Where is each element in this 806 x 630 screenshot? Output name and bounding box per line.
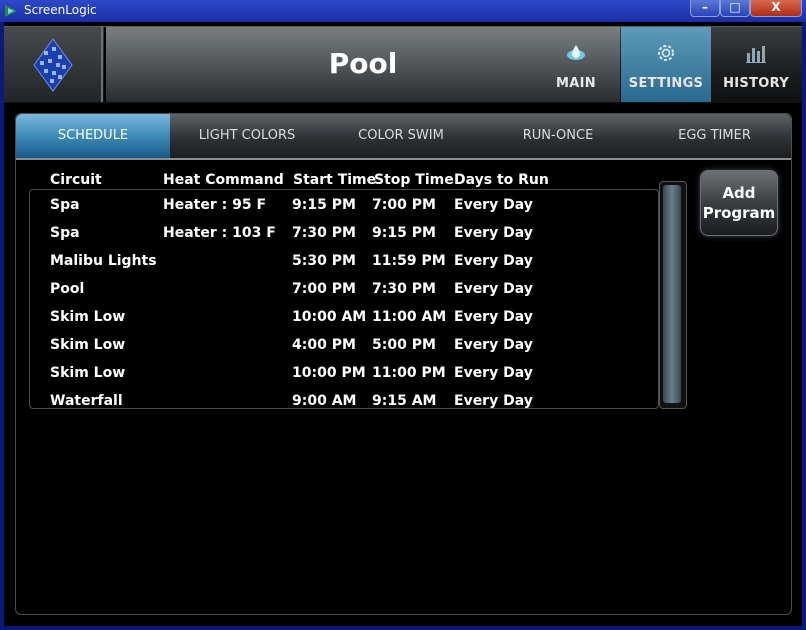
app-icon	[5, 5, 17, 17]
close-button[interactable]: X	[750, 0, 802, 17]
column-header-stop-time: Stop Time	[374, 172, 454, 188]
bar-chart-icon	[746, 46, 766, 63]
cell-days: Every Day	[454, 225, 533, 241]
nav-history[interactable]: HISTORY	[712, 27, 800, 102]
cell-heat-command: Heater : 103 F	[163, 225, 276, 241]
table-row[interactable]: Skim Low 10:00 PM 11:00 PM Every Day	[30, 359, 658, 387]
cell-heat-command: Heater : 95 F	[163, 197, 267, 213]
table-row[interactable]: Skim Low 10:00 AM 11:00 AM Every Day	[30, 303, 658, 331]
schedule-list: Spa Heater : 95 F 9:15 PM 7:00 PM Every …	[29, 189, 659, 409]
gear-icon	[658, 45, 674, 61]
cell-days: Every Day	[454, 253, 533, 269]
add-program-label-line1: Add	[722, 184, 756, 202]
cell-stop-time: 11:00 PM	[372, 365, 446, 381]
column-header-circuit: Circuit	[50, 172, 102, 188]
window-titlebar: ScreenLogic – □ X	[0, 0, 806, 22]
nav-settings[interactable]: SETTINGS	[621, 27, 711, 102]
cell-stop-time: 5:00 PM	[372, 337, 436, 353]
nav-history-label: HISTORY	[723, 76, 789, 91]
cell-start-time: 5:30 PM	[292, 253, 356, 269]
tab-color-swim[interactable]: COLOR SWIM	[324, 114, 478, 158]
cell-circuit: Skim Low	[50, 309, 126, 325]
cell-circuit: Pool	[50, 281, 85, 297]
cell-circuit: Spa	[50, 225, 80, 241]
cell-days: Every Day	[454, 281, 533, 297]
scrollbar[interactable]	[659, 181, 687, 409]
cell-start-time: 4:00 PM	[292, 337, 356, 353]
table-row[interactable]: Malibu Lights 5:30 PM 11:59 PM Every Day	[30, 247, 658, 275]
cell-days: Every Day	[454, 365, 533, 381]
pentair-logo-icon	[33, 38, 73, 92]
column-header-start-time: Start Time	[293, 172, 377, 188]
nav-settings-label: SETTINGS	[628, 76, 704, 91]
add-program-button[interactable]: Add Program	[700, 170, 778, 236]
cell-days: Every Day	[454, 309, 533, 325]
tab-egg-timer[interactable]: EGG TIMER	[638, 114, 791, 158]
cell-start-time: 9:15 PM	[292, 197, 356, 213]
table-row[interactable]: Pool 7:00 PM 7:30 PM Every Day	[30, 275, 658, 303]
column-header-heat-command: Heat Command	[163, 172, 284, 188]
nav-main-label: MAIN	[556, 76, 596, 91]
cell-stop-time: 7:00 PM	[372, 197, 436, 213]
schedule-panel: SCHEDULE LIGHT COLORS COLOR SWIM RUN-ONC…	[15, 113, 792, 615]
cell-circuit: Waterfall	[50, 393, 123, 409]
maximize-button[interactable]: □	[720, 0, 750, 17]
app-header: Pool MAIN SETTINGS HISTORY	[4, 26, 802, 104]
cell-circuit: Spa	[50, 197, 80, 213]
cell-circuit: Malibu Lights	[50, 253, 157, 269]
cell-stop-time: 11:00 AM	[372, 309, 447, 325]
cell-circuit: Skim Low	[50, 365, 126, 381]
table-row[interactable]: Waterfall 9:00 AM 9:15 AM Every Day	[30, 387, 658, 409]
cell-days: Every Day	[454, 393, 533, 409]
cell-stop-time: 9:15 PM	[372, 225, 436, 241]
table-row[interactable]: Spa Heater : 103 F 7:30 PM 9:15 PM Every…	[30, 219, 658, 247]
tab-schedule[interactable]: SCHEDULE	[16, 114, 170, 158]
scrollbar-thumb[interactable]	[663, 185, 681, 403]
tab-bar: SCHEDULE LIGHT COLORS COLOR SWIM RUN-ONC…	[16, 114, 791, 160]
minimize-button[interactable]: –	[690, 0, 720, 17]
cell-start-time: 10:00 PM	[292, 365, 366, 381]
cell-stop-time: 11:59 PM	[372, 253, 446, 269]
tab-light-colors[interactable]: LIGHT COLORS	[170, 114, 324, 158]
cell-circuit: Skim Low	[50, 337, 126, 353]
logo	[4, 27, 103, 102]
table-row[interactable]: Spa Heater : 95 F 9:15 PM 7:00 PM Every …	[30, 191, 658, 219]
cell-days: Every Day	[454, 197, 533, 213]
table-row[interactable]: Skim Low 4:00 PM 5:00 PM Every Day	[30, 331, 658, 359]
nav-main[interactable]: MAIN	[532, 27, 620, 102]
app-frame: Pool MAIN SETTINGS HISTORY SCHEDULE LIGH…	[4, 22, 802, 626]
add-program-label-line2: Program	[702, 204, 776, 222]
pool-drop-icon	[567, 45, 585, 60]
tab-run-once[interactable]: RUN-ONCE	[478, 114, 638, 158]
cell-start-time: 9:00 AM	[292, 393, 357, 409]
column-header-days-to-run: Days to Run	[454, 172, 549, 188]
cell-start-time: 10:00 AM	[292, 309, 367, 325]
cell-start-time: 7:00 PM	[292, 281, 356, 297]
cell-days: Every Day	[454, 337, 533, 353]
cell-stop-time: 7:30 PM	[372, 281, 436, 297]
cell-start-time: 7:30 PM	[292, 225, 356, 241]
window-title: ScreenLogic	[24, 3, 97, 17]
cell-stop-time: 9:15 AM	[372, 393, 437, 409]
